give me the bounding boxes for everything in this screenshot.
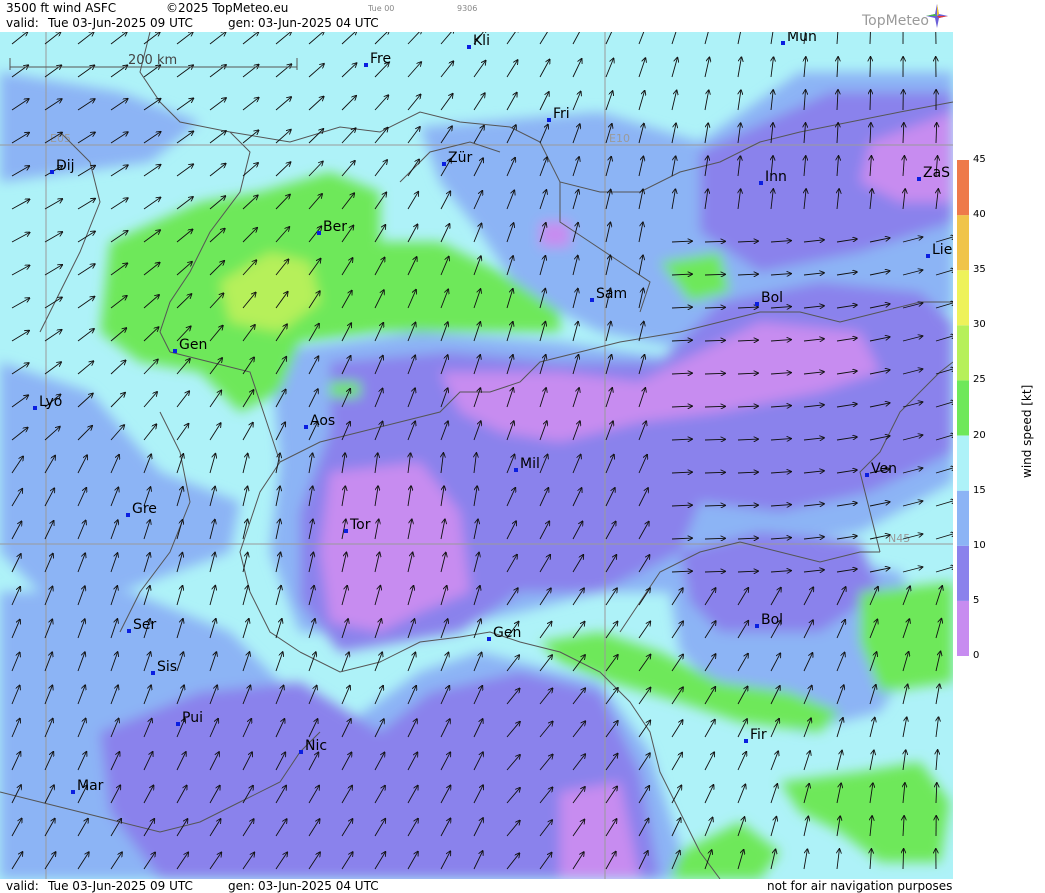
- colorbar-tick: 30: [973, 319, 986, 331]
- city-marker: [317, 231, 321, 235]
- colorbar-band: [957, 270, 969, 326]
- city-label: Gen: [493, 625, 521, 641]
- colorbar-band: [957, 435, 969, 491]
- city-label: ZaS: [923, 165, 950, 181]
- city-label: Bol: [761, 612, 783, 628]
- city-label: Gen: [179, 337, 207, 353]
- city-label: Ven: [871, 461, 897, 477]
- footer-valid-label: valid:: [6, 879, 39, 893]
- city-label: Tor: [349, 517, 371, 533]
- city-marker: [344, 529, 348, 533]
- city-marker: [467, 45, 471, 49]
- city-label: Ser: [133, 617, 157, 633]
- valid-label: valid:: [6, 16, 39, 30]
- city-marker: [442, 162, 446, 166]
- city-label: Ber: [323, 219, 347, 235]
- colorbar-tick: 15: [973, 484, 986, 496]
- city-marker: [50, 170, 54, 174]
- city-marker: [590, 298, 594, 302]
- city-label: Fri: [553, 106, 570, 122]
- footer-disclaimer: not for air navigation purposes: [767, 879, 953, 893]
- city-marker: [487, 637, 491, 641]
- city-marker: [33, 406, 37, 410]
- wind-arrow: [903, 849, 904, 870]
- city-marker: [917, 177, 921, 181]
- wind-arrow: [870, 57, 871, 78]
- logo-text: TopMeteo: [862, 13, 929, 29]
- colorbar-tick: 40: [973, 209, 986, 221]
- city-marker: [547, 118, 551, 122]
- scale-label: 200 km: [128, 53, 177, 68]
- city-marker: [514, 468, 518, 472]
- colorbar-tick: 0: [973, 650, 980, 661]
- colorbar-band: [957, 380, 969, 436]
- code-label: 9306: [457, 4, 478, 13]
- city-label: Kli: [473, 33, 490, 49]
- gen-label: gen:: [228, 16, 255, 30]
- city-marker: [173, 349, 177, 353]
- city-marker: [781, 41, 785, 45]
- city-label: Pui: [182, 710, 203, 726]
- city-marker: [744, 739, 748, 743]
- city-label: Aos: [310, 413, 335, 429]
- city-label: Nic: [305, 738, 327, 754]
- city-label: Mun: [787, 32, 817, 45]
- colorbar-tick: 20: [973, 429, 986, 441]
- city-marker: [71, 790, 75, 794]
- city-label: Lyo: [39, 394, 62, 410]
- city-label: Sam: [596, 286, 627, 302]
- city-marker: [926, 254, 930, 258]
- city-label: Mar: [77, 778, 104, 794]
- wind-map[interactable]: E05 E10 N45 200 km Kli Mun Fre Fri Dij Z…: [0, 32, 953, 879]
- footer-gen-value: 03-Jun-2025 04 UTC: [258, 879, 379, 893]
- city-label: Gre: [132, 501, 157, 517]
- grid-label-e10: E10: [609, 132, 630, 145]
- compass-star-icon: [926, 4, 948, 28]
- colorbar-tick: 45: [973, 154, 986, 165]
- city-marker: [176, 722, 180, 726]
- city-marker: [364, 63, 368, 67]
- colorbar: [957, 160, 969, 656]
- footer-valid-value: Tue 03-Jun-2025 09 UTC: [48, 879, 193, 893]
- colorbar-tick: 10: [973, 539, 986, 551]
- copyright: ©2025 TopMeteo.eu: [166, 1, 289, 15]
- map-title: 3500 ft wind ASFC: [6, 1, 117, 15]
- city-label: Sis: [157, 659, 177, 675]
- city-marker: [759, 181, 763, 185]
- city-marker: [299, 750, 303, 754]
- city-label: Zür: [448, 150, 472, 166]
- city-label: Mil: [520, 456, 540, 472]
- city-label: Fre: [370, 51, 391, 67]
- valid-value: Tue 03-Jun-2025 09 UTC: [48, 16, 193, 30]
- brand-logo: TopMeteo: [862, 13, 929, 29]
- colorbar-band: [957, 215, 969, 271]
- city-marker: [127, 629, 131, 633]
- city-marker: [865, 473, 869, 477]
- run-label: Tue 00: [368, 4, 395, 13]
- city-label: Fir: [750, 727, 767, 743]
- colorbar-tick: 5: [973, 594, 980, 606]
- city-marker: [151, 671, 155, 675]
- city-marker: [126, 513, 130, 517]
- city-marker: [304, 425, 308, 429]
- footer-gen-label: gen:: [228, 879, 255, 893]
- grid-label-n45: N45: [888, 532, 910, 545]
- colorbar-label: wind speed [kt]: [1020, 384, 1034, 478]
- colorbar-tick: 25: [973, 374, 986, 386]
- city-marker: [755, 624, 759, 628]
- colorbar-band: [957, 160, 969, 216]
- wind-arrow: [870, 90, 871, 111]
- city-label: Inn: [765, 169, 787, 185]
- city-label: Bol: [761, 290, 783, 306]
- colorbar-tick: 35: [973, 264, 986, 276]
- colorbar-band: [957, 600, 969, 656]
- colorbar-panel: 45 40 35 30 25 20 15 10 5 0 wind speed [kt]: [953, 0, 1045, 893]
- colorbar-band: [957, 545, 969, 601]
- city-marker: [755, 302, 759, 306]
- gen-value: 03-Jun-2025 04 UTC: [258, 16, 379, 30]
- city-label: Lie: [932, 242, 952, 258]
- colorbar-band: [957, 490, 969, 546]
- city-label: Dij: [56, 158, 75, 174]
- colorbar-band: [957, 325, 969, 381]
